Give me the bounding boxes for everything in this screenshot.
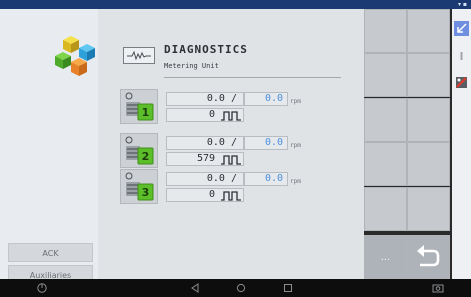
softkey-empty[interactable] bbox=[364, 53, 407, 97]
page-subtitle: Metering Unit bbox=[164, 62, 219, 70]
pulse-wave-icon bbox=[221, 191, 241, 201]
speed-unit-label: rpm bbox=[290, 98, 301, 105]
softkey-empty[interactable] bbox=[364, 142, 407, 186]
metering-unit-3-button[interactable]: 3 bbox=[120, 169, 158, 204]
vertical-bar-icon[interactable] bbox=[454, 49, 469, 64]
metering-unit-1-button[interactable]: 1 bbox=[120, 89, 158, 124]
unit-number: 1 bbox=[142, 106, 150, 119]
actual-speed-field: 0.0 / bbox=[166, 172, 244, 186]
metering-unit-icon: 2 bbox=[125, 136, 154, 165]
actual-speed-field: 0.0 / bbox=[166, 92, 244, 106]
status-indicators: ▾ ▪ bbox=[458, 1, 467, 8]
pulse-wave-icon bbox=[221, 111, 241, 121]
power-icon[interactable] bbox=[36, 282, 48, 294]
speed-unit-label: rpm bbox=[290, 142, 301, 149]
back-softkey[interactable] bbox=[407, 235, 450, 279]
page-title: DIAGNOSTICS bbox=[164, 43, 248, 56]
main-panel: DIAGNOSTICS Metering Unit 1 0.0 / 0.0 rp… bbox=[98, 9, 364, 279]
softkey-empty[interactable] bbox=[407, 142, 450, 186]
target-speed-field: 0.0 bbox=[244, 136, 288, 150]
target-speed-field: 0.0 bbox=[244, 92, 288, 106]
colored-cubes-logo-icon bbox=[55, 36, 95, 76]
pulse-wave-icon bbox=[221, 155, 241, 165]
metering-unit-2-button[interactable]: 2 bbox=[120, 133, 158, 168]
waveform-icon bbox=[123, 47, 155, 64]
ack-button[interactable]: ACK bbox=[8, 243, 93, 262]
tool-strip bbox=[452, 9, 471, 279]
metering-unit-row: 3 0.0 / 0.0 rpm 0 bbox=[98, 169, 364, 213]
camera-icon[interactable] bbox=[432, 282, 444, 294]
more-softkey[interactable]: ... bbox=[364, 235, 407, 279]
metering-unit-icon: 3 bbox=[125, 172, 154, 201]
recents-square-icon[interactable] bbox=[282, 282, 294, 294]
unit-number: 3 bbox=[142, 186, 150, 199]
metering-unit-icon: 1 bbox=[125, 92, 154, 121]
target-speed-field: 0.0 bbox=[244, 172, 288, 186]
status-bar: ▾ ▪ bbox=[0, 0, 471, 9]
speed-unit-label: rpm bbox=[290, 178, 301, 185]
softkey-empty[interactable] bbox=[407, 187, 450, 231]
back-arrow-icon bbox=[417, 245, 440, 267]
shrink-arrow-icon[interactable] bbox=[454, 21, 469, 36]
back-triangle-icon[interactable] bbox=[189, 282, 201, 294]
softkey-empty[interactable] bbox=[364, 9, 407, 53]
left-sidebar: ACK Auxiliaries bbox=[0, 9, 98, 284]
unit-number: 2 bbox=[142, 150, 150, 163]
actual-speed-field: 0.0 / bbox=[166, 136, 244, 150]
tool-error-icon[interactable] bbox=[454, 75, 469, 90]
softkey-empty[interactable] bbox=[364, 187, 407, 231]
header-divider bbox=[164, 77, 341, 78]
home-circle-icon[interactable] bbox=[235, 282, 247, 294]
softkey-empty[interactable] bbox=[407, 98, 450, 142]
navigation-bar bbox=[0, 279, 471, 297]
softkey-empty[interactable] bbox=[407, 9, 450, 53]
metering-unit-row: 1 0.0 / 0.0 rpm 0 bbox=[98, 89, 364, 133]
softkey-empty[interactable] bbox=[364, 98, 407, 142]
softkey-empty[interactable] bbox=[407, 53, 450, 97]
